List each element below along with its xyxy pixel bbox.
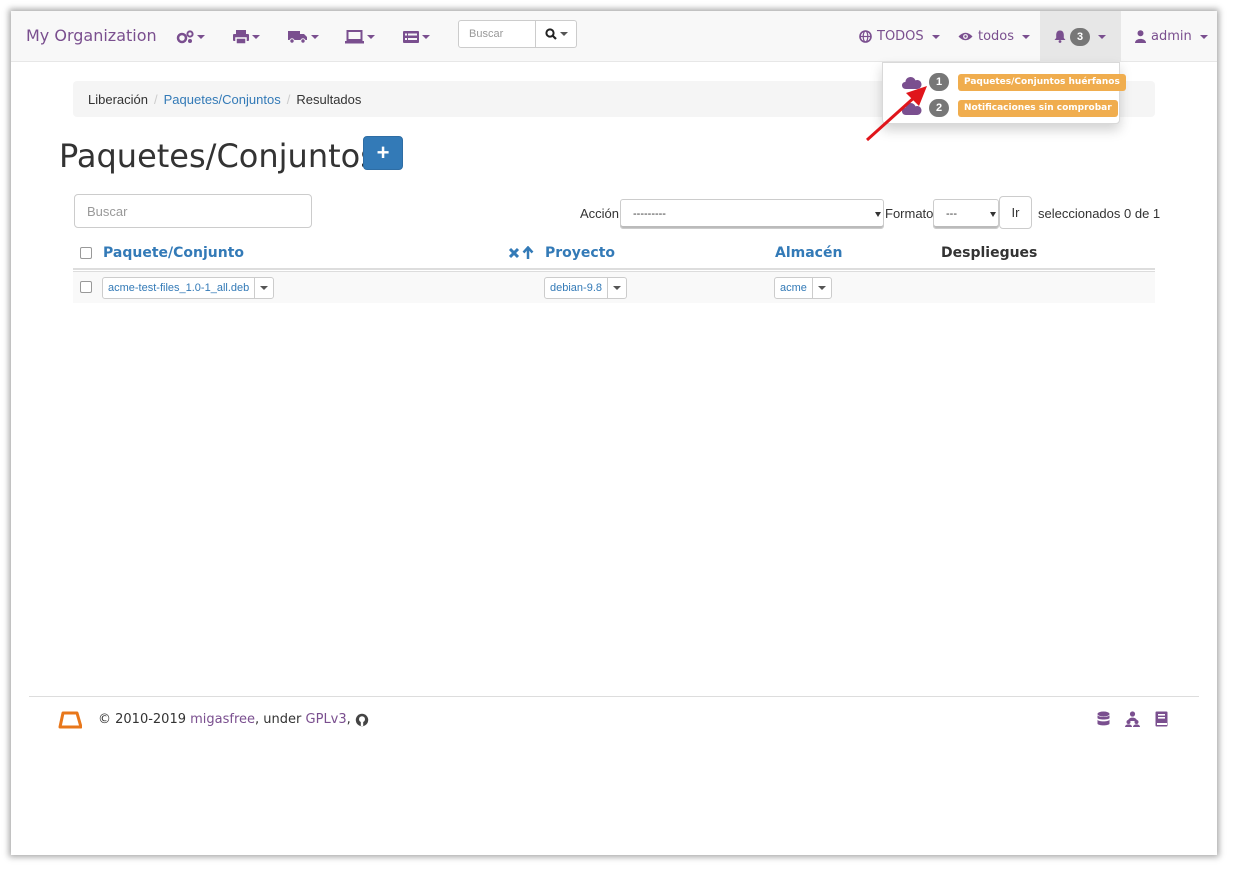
license-link[interactable]: GPLv3 [306, 712, 347, 727]
alerts-dropdown: 1 Paquetes/Conjuntos huérfanos 2 Notific… [882, 62, 1126, 124]
alerts-count-badge: 3 [1070, 27, 1090, 46]
laptop-icon [345, 30, 364, 44]
alert-item-unchecked-notifications[interactable]: 2 Notificaciones sin comprobar [883, 98, 1121, 118]
print-menu[interactable] [233, 28, 260, 46]
top-navbar: My Organization Buscar TODOS todos 3 adm… [11, 11, 1217, 62]
store-link[interactable]: acme [775, 278, 813, 298]
package-menu-toggle[interactable] [255, 278, 273, 298]
list-icon [403, 31, 419, 43]
selection-counter: seleccionados 0 de 1 [1038, 206, 1161, 221]
domain-filter-menu[interactable]: todos [958, 11, 1031, 62]
migasfree-logo [58, 711, 82, 729]
close-icon[interactable] [508, 247, 520, 259]
comma-text: , [346, 712, 351, 727]
column-header-deployments: Despliegues [941, 245, 1038, 261]
sort-controls[interactable] [508, 246, 534, 259]
under-text: , under [255, 712, 302, 727]
app-window: My Organization Buscar TODOS todos 3 adm… [11, 11, 1217, 855]
project-menu-toggle[interactable] [608, 278, 626, 298]
user-icon [1135, 30, 1146, 43]
navbar-search-input[interactable] [458, 20, 536, 48]
alert-item-label: Paquetes/Conjuntos huérfanos [958, 73, 1126, 91]
user-menu[interactable]: admin [1135, 11, 1208, 62]
project-filter-menu[interactable]: TODOS [859, 11, 940, 62]
package-link[interactable]: acme-test-files_1.0-1_all.deb [103, 278, 256, 298]
format-select-value: --- [946, 208, 957, 220]
project-split-button: debian-9.8 [544, 277, 627, 299]
table-row: acme-test-files_1.0-1_all.deb debian-9.8… [73, 271, 1155, 303]
column-header-store[interactable]: Almacén [775, 245, 842, 261]
database-icon[interactable] [1097, 711, 1110, 727]
footer-divider [29, 696, 1199, 697]
arrow-up-icon[interactable] [522, 246, 534, 259]
navbar-search [458, 20, 577, 48]
search-icon [544, 28, 557, 40]
breadcrumb-item-packages[interactable]: Paquetes/Conjuntos [164, 92, 281, 107]
format-label: Formato [885, 206, 934, 221]
add-package-button[interactable]: + [363, 136, 403, 170]
domain-filter-label: todos [978, 29, 1015, 44]
store-split-button: acme [774, 277, 832, 299]
deploy-menu[interactable] [288, 28, 319, 46]
book-icon[interactable] [1155, 711, 1168, 727]
brand-link[interactable]: My Organization [26, 26, 157, 45]
select-all-checkbox[interactable] [80, 247, 92, 259]
alerts-menu[interactable]: 3 [1054, 11, 1106, 62]
user-label: admin [1151, 29, 1192, 44]
cogs-icon [176, 30, 194, 44]
page-title: Paquetes/Conjuntos [59, 137, 377, 175]
alert-item-label: Notificaciones sin comprobar [958, 99, 1118, 117]
copyright-text: © 2010-2019 [98, 712, 186, 727]
globe-icon [859, 30, 872, 43]
project-link[interactable]: debian-9.8 [545, 278, 608, 298]
format-select[interactable]: --- [933, 199, 999, 229]
devices-menu[interactable] [345, 28, 375, 46]
cloud-icon [902, 102, 922, 115]
eye-icon [958, 32, 973, 41]
alert-item-orphan-packages[interactable]: 1 Paquetes/Conjuntos huérfanos [883, 72, 1126, 92]
column-header-project[interactable]: Proyecto [545, 245, 615, 261]
results-table-header: Paquete/Conjunto Proyecto Almacén Despli… [73, 240, 1155, 270]
alert-item-count: 1 [929, 73, 949, 91]
cogs-menu[interactable] [176, 28, 205, 46]
bell-icon [1054, 30, 1066, 43]
data-menu[interactable] [403, 28, 430, 46]
breadcrumb-item-results: Resultados [296, 91, 362, 107]
breadcrumb-item-release: Liberación [88, 91, 148, 107]
store-menu-toggle[interactable] [813, 278, 831, 298]
project-filter-label: TODOS [877, 29, 924, 44]
cloud-icon [902, 76, 922, 89]
navbar-search-button[interactable] [536, 20, 577, 48]
package-split-button: acme-test-files_1.0-1_all.deb [102, 277, 275, 299]
migasfree-link[interactable]: migasfree [190, 712, 255, 727]
footer-copyright: © 2010-2019 migasfree , under GPLv3 , [98, 712, 369, 727]
github-icon[interactable] [355, 713, 369, 727]
plus-icon: + [376, 140, 390, 165]
truck-icon [288, 31, 307, 44]
action-label: Acción: [580, 206, 623, 221]
printer-icon [233, 30, 249, 44]
column-header-package[interactable]: Paquete/Conjunto [103, 245, 244, 261]
action-select-value: --------- [633, 208, 666, 220]
alert-item-count: 2 [929, 99, 949, 117]
sitemap-icon[interactable] [1125, 711, 1140, 727]
action-select[interactable]: --------- [620, 199, 884, 229]
row-checkbox[interactable] [80, 281, 92, 293]
results-search-input[interactable] [74, 194, 312, 228]
go-button[interactable]: Ir [999, 196, 1032, 229]
